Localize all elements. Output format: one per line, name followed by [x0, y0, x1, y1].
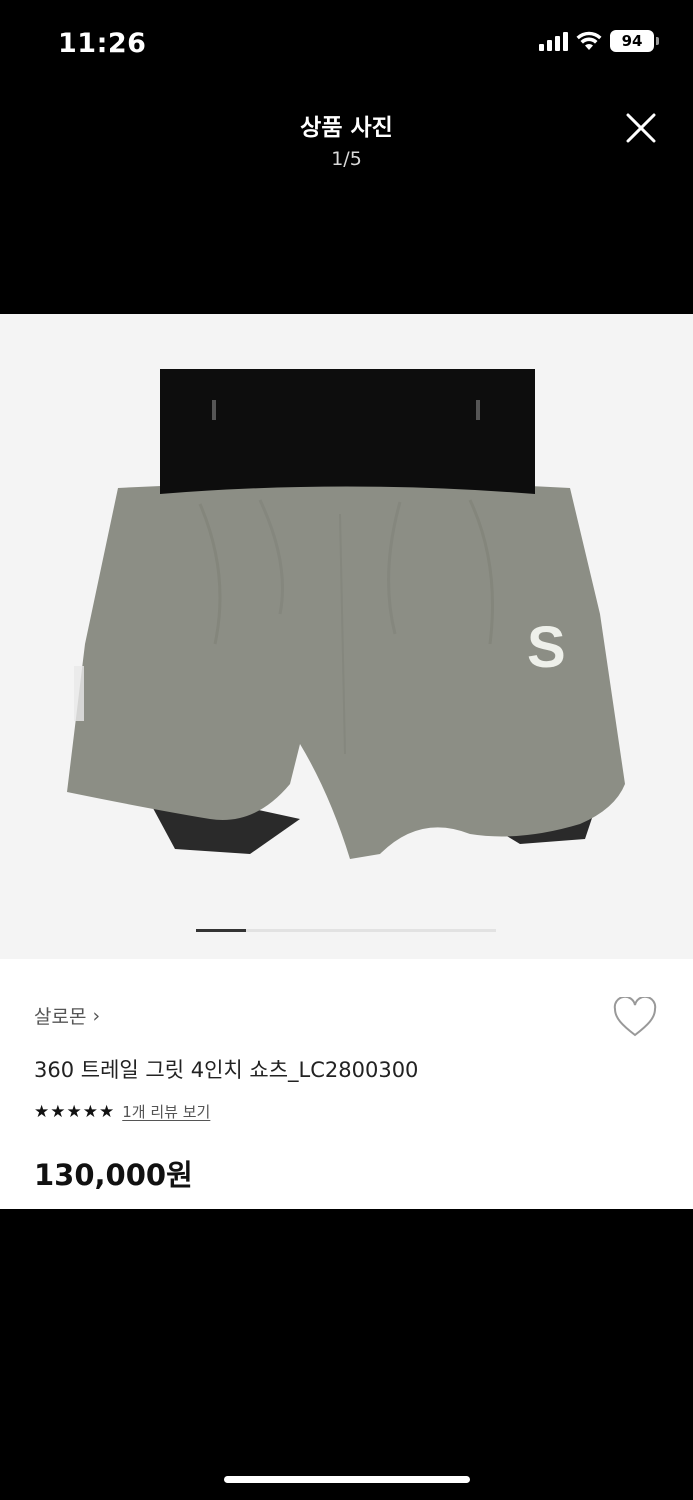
carousel-pager-active	[196, 929, 246, 932]
review-link[interactable]: 1개 리뷰 보기	[122, 1101, 210, 1122]
rating-row: ★ ★ ★ ★ ★ 1개 리뷰 보기	[34, 1101, 210, 1122]
carousel-pager	[196, 929, 496, 932]
product-card: S 살로몬 › 360 트레일 그릿 4인치 쇼츠_LC2800300 ★ ★ …	[0, 314, 693, 1209]
chevron-right-icon: ›	[92, 1004, 101, 1027]
cellular-signal-icon	[539, 31, 568, 51]
status-time: 11:26	[58, 28, 147, 59]
star-icon: ★	[82, 1101, 98, 1122]
wishlist-button[interactable]	[612, 995, 658, 1039]
photo-viewer-header: 상품 사진 1/5	[0, 100, 693, 180]
brand-link[interactable]: 살로몬 ›	[34, 1002, 100, 1029]
product-photo	[67, 369, 625, 859]
battery-icon: 94	[610, 30, 659, 52]
wifi-icon	[576, 31, 602, 51]
star-rating: ★ ★ ★ ★ ★	[34, 1102, 114, 1122]
brand-name: 살로몬	[34, 1006, 87, 1028]
close-button[interactable]	[623, 110, 659, 146]
brand-logo: S	[527, 615, 566, 680]
close-icon	[626, 113, 656, 143]
status-bar: 11:26 94	[0, 0, 693, 90]
product-price: 130,000원	[34, 1158, 193, 1192]
photo-counter: 1/5	[331, 148, 362, 170]
heart-icon	[613, 995, 657, 1037]
waistband	[160, 369, 535, 494]
star-icon: ★	[99, 1101, 115, 1122]
battery-level: 94	[610, 30, 654, 52]
star-icon: ★	[34, 1101, 50, 1122]
star-icon: ★	[50, 1101, 66, 1122]
product-name: 360 트레일 그릿 4인치 쇼츠_LC2800300	[34, 1058, 419, 1082]
star-icon: ★	[66, 1101, 82, 1122]
home-indicator[interactable]	[224, 1476, 470, 1483]
status-icons: 94	[539, 30, 659, 52]
product-image-carousel[interactable]: S	[0, 314, 693, 959]
viewer-title: 상품 사진	[300, 115, 393, 141]
